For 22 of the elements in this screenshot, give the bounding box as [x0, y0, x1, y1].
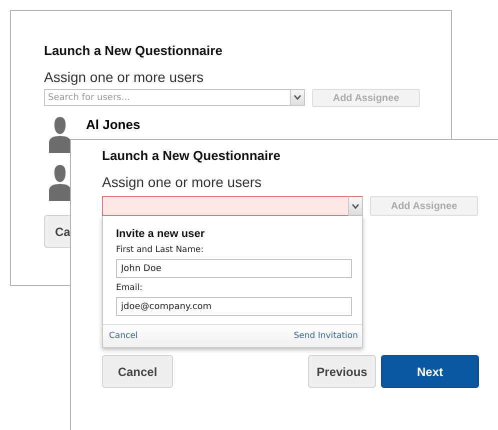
cancel-link[interactable]: Cancel	[109, 331, 138, 341]
field-label: First and Last Name:	[116, 245, 205, 255]
dialog-title: Launch a New Questionnaire	[44, 43, 222, 59]
send-invitation-link[interactable]: Send Invitation	[294, 331, 358, 341]
user-silhouette-icon	[49, 117, 71, 153]
field-label: Email:	[116, 283, 144, 293]
dropdown-button[interactable]	[290, 89, 305, 106]
cancel-button[interactable]: Cancel	[102, 355, 173, 388]
dropdown-button[interactable]	[348, 196, 363, 216]
user-silhouette-icon	[49, 165, 71, 201]
popup-heading: Invite a new user	[116, 228, 206, 240]
dialog-title: Launch a New Questionnaire	[102, 148, 280, 164]
search-field[interactable]: Search for users...	[44, 89, 290, 106]
chevron-down-icon	[352, 204, 359, 208]
dialog-subtitle: Assign one or more users	[44, 69, 204, 85]
next-button[interactable]: Next	[381, 355, 479, 388]
search-field[interactable]	[102, 196, 348, 216]
chevron-down-icon	[294, 95, 301, 100]
user-name: Al Jones	[86, 117, 140, 132]
dialog-subtitle: Assign one or more users	[102, 174, 262, 190]
email-input[interactable]: jdoe@company.com	[116, 297, 352, 316]
previous-button[interactable]: Previous	[308, 355, 376, 388]
